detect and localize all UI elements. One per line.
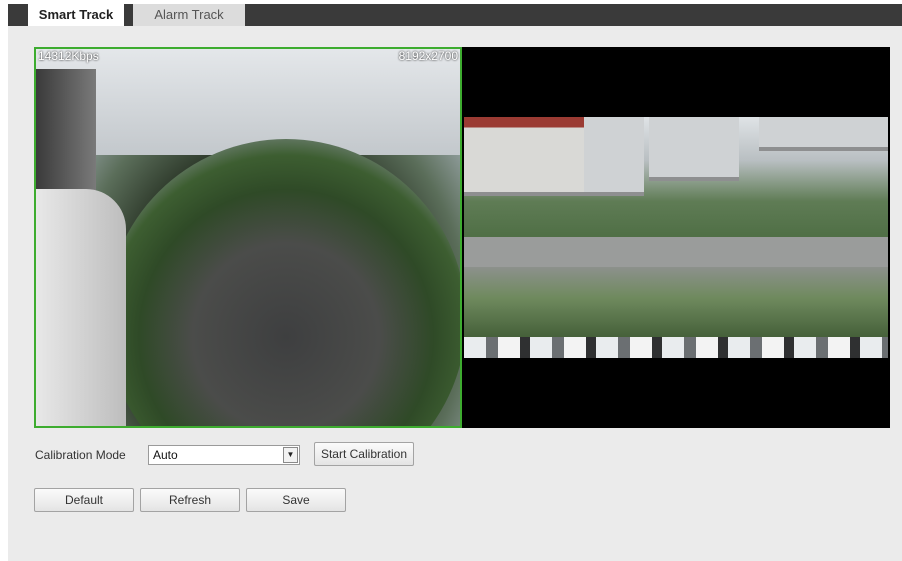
calibration-mode-value: Auto bbox=[153, 448, 178, 462]
tab-bar: Smart Track Alarm Track bbox=[8, 4, 902, 26]
video-road bbox=[464, 237, 888, 267]
tab-separator bbox=[124, 4, 133, 26]
tab-smart-track[interactable]: Smart Track bbox=[28, 4, 124, 26]
video-building bbox=[649, 117, 739, 181]
video-pole bbox=[36, 69, 96, 199]
default-button[interactable]: Default bbox=[34, 488, 134, 512]
camera-mount-image bbox=[36, 189, 126, 426]
refresh-button[interactable]: Refresh bbox=[140, 488, 240, 512]
tab-alarm-track[interactable]: Alarm Track bbox=[133, 4, 245, 26]
video-building bbox=[584, 117, 644, 196]
video-building bbox=[464, 117, 584, 196]
video-sky bbox=[36, 49, 460, 155]
resolution-overlay: 8192x2700 bbox=[398, 49, 458, 63]
bitrate-overlay: 14312Kbps bbox=[38, 49, 99, 63]
video-parked-cars bbox=[464, 337, 888, 358]
chevron-down-icon[interactable]: ▼ bbox=[283, 447, 298, 463]
start-calibration-button[interactable]: Start Calibration bbox=[314, 442, 414, 466]
calibration-mode-label: Calibration Mode bbox=[35, 448, 126, 462]
tracking-video[interactable] bbox=[464, 117, 888, 358]
video-building bbox=[759, 117, 888, 151]
save-button[interactable]: Save bbox=[246, 488, 346, 512]
calibration-mode-select[interactable]: Auto ▼ bbox=[148, 445, 300, 465]
panoramic-video[interactable]: 14312Kbps 8192x2700 bbox=[34, 47, 462, 428]
video-fisheye-scene bbox=[106, 139, 460, 426]
